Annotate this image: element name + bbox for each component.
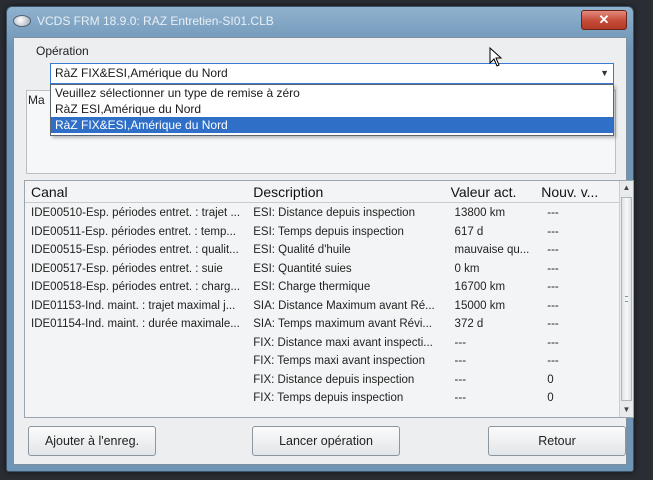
operation-selected-value: RàZ FIX&ESI,Amérique du Nord — [55, 66, 228, 80]
launch-operation-button[interactable]: Lancer opération — [252, 426, 400, 456]
cell-canal: IDE01153-Ind. maint. : trajet maximal j.… — [31, 299, 236, 312]
cell-description: ESI: Charge thermique — [253, 281, 371, 293]
operation-option-selected[interactable]: RàZ FIX&ESI,Amérique du Nord — [51, 117, 613, 133]
header-canal[interactable]: Canal — [25, 181, 247, 202]
table-row[interactable]: IDE00517-Esp. périodes entret. : suie ESI… — [25, 260, 619, 279]
table-row[interactable]: IDE00518-Esp. périodes entret. : charg..… — [25, 278, 619, 297]
chevron-down-icon[interactable]: ▼ — [600, 64, 609, 83]
cell-valeur-act: 16700 km — [454, 281, 506, 293]
mouse-cursor-icon — [489, 47, 503, 67]
table-row[interactable]: FIX: Temps maxi avant inspection --- --- — [25, 352, 619, 371]
cell-canal: IDE01154-Ind. maint. : durée maximale... — [31, 318, 240, 330]
header-valeur-act[interactable]: Valeur act. — [445, 181, 536, 202]
cell-description: FIX: Distance maxi avant inspecti... — [253, 336, 433, 349]
table-row[interactable]: FIX: Temps depuis inspection --- 0 — [25, 389, 619, 408]
grip-icon — [625, 296, 628, 302]
operation-option[interactable]: Veuillez sélectionner un type de remise … — [51, 85, 613, 101]
channels-table: Canal Description Valeur act. Nouv. v...… — [24, 180, 634, 418]
header-nouv-v[interactable]: Nouv. v... — [535, 181, 619, 202]
cell-nouv-v: 0 — [547, 392, 554, 404]
cell-description: FIX: Temps depuis inspection — [253, 392, 404, 404]
scroll-thumb[interactable] — [621, 197, 632, 401]
cell-nouv-v: --- — [547, 225, 559, 238]
cell-valeur-act: --- — [454, 392, 467, 404]
table-body: IDE00510-Esp. périodes entret. : trajet … — [25, 204, 619, 408]
cell-nouv-v: --- — [547, 281, 559, 293]
cell-canal: IDE00510-Esp. périodes entret. : trajet … — [31, 207, 241, 219]
operation-group-label: Opération — [36, 44, 89, 58]
window-title: VCDS FRM 18.9.0: RAZ Entretien-SI01.CLB — [37, 14, 274, 28]
cell-canal — [25, 334, 247, 353]
cell-valeur-act: 372 d — [454, 318, 484, 330]
cell-description: SIA: Temps maximum avant Révi... — [253, 318, 432, 330]
cell-canal — [25, 371, 247, 390]
table-row[interactable]: IDE00511-Esp. périodes entret. : temp...… — [25, 223, 619, 242]
cell-valeur-act: --- — [454, 336, 467, 349]
table-row[interactable]: IDE00515-Esp. périodes entret. : qualit.… — [25, 241, 619, 260]
cell-canal: IDE00515-Esp. périodes entret. : qualit.… — [31, 244, 239, 256]
cell-canal: IDE00511-Esp. périodes entret. : temp... — [31, 225, 236, 238]
cell-canal — [25, 352, 247, 371]
close-button[interactable]: ✕ — [581, 10, 627, 30]
cell-nouv-v: --- — [547, 318, 559, 330]
cell-description: ESI: Temps depuis inspection — [253, 225, 404, 238]
cell-nouv-v: 0 — [547, 373, 554, 386]
add-to-log-button[interactable]: Ajouter à l'enreg. — [28, 426, 156, 456]
cell-canal: IDE00518-Esp. périodes entret. : charg..… — [31, 281, 241, 293]
vcds-app-icon — [13, 15, 31, 27]
table-row[interactable]: IDE01154-Ind. maint. : durée maximale...… — [25, 315, 619, 334]
table-row[interactable]: IDE01153-Ind. maint. : trajet maximal j.… — [25, 297, 619, 316]
back-button[interactable]: Retour — [488, 426, 626, 456]
cell-valeur-act: 13800 km — [454, 207, 506, 219]
cell-description: ESI: Qualité d'huile — [253, 244, 351, 256]
dialog-client: Opération Ma RàZ FIX&ESI,Amérique du Nor… — [13, 37, 634, 465]
cell-description: SIA: Distance Maximum avant Ré... — [253, 299, 435, 312]
vertical-scrollbar[interactable]: ▲ ▼ — [619, 181, 633, 417]
cell-valeur-act: --- — [454, 373, 467, 386]
title-bar[interactable]: VCDS FRM 18.9.0: RAZ Entretien-SI01.CLB … — [7, 7, 633, 35]
cell-nouv-v: --- — [547, 244, 559, 256]
cell-nouv-v: --- — [547, 299, 559, 312]
cell-nouv-v: --- — [547, 207, 559, 219]
cell-valeur-act: mauvaise qu... — [454, 244, 530, 256]
operation-dropdown-list: Veuillez sélectionner un type de remise … — [50, 84, 614, 136]
cell-canal: IDE00517-Esp. périodes entret. : suie — [31, 262, 223, 275]
cell-valeur-act: 617 d — [454, 225, 484, 238]
cell-description: FIX: Distance depuis inspection — [253, 373, 415, 386]
table-row[interactable]: IDE00510-Esp. périodes entret. : trajet … — [25, 204, 619, 223]
cell-canal — [25, 389, 247, 408]
app-window: VCDS FRM 18.9.0: RAZ Entretien-SI01.CLB … — [6, 6, 634, 472]
table-row[interactable]: FIX: Distance maxi avant inspecti... --- -… — [25, 334, 619, 353]
cell-nouv-v: --- — [547, 355, 559, 367]
cell-description: ESI: Distance depuis inspection — [253, 207, 415, 219]
cell-valeur-act: 0 km — [454, 262, 480, 275]
ma-group-label: Ma — [28, 93, 45, 107]
scroll-up-icon[interactable]: ▲ — [620, 181, 633, 195]
cell-valeur-act: 15000 km — [454, 299, 506, 312]
cell-description: ESI: Quantité suies — [253, 262, 352, 275]
scroll-down-icon[interactable]: ▼ — [620, 403, 633, 417]
cell-valeur-act: --- — [454, 355, 467, 367]
cell-nouv-v: --- — [547, 262, 559, 275]
operation-option[interactable]: RàZ ESI,Amérique du Nord — [51, 101, 613, 117]
cell-description: FIX: Temps maxi avant inspection — [253, 355, 425, 367]
table-header: Canal Description Valeur act. Nouv. v... — [25, 181, 619, 203]
cell-nouv-v: --- — [547, 336, 559, 349]
table-row[interactable]: FIX: Distance depuis inspection --- 0 — [25, 371, 619, 390]
header-description[interactable]: Description — [247, 181, 444, 202]
operation-select[interactable]: RàZ FIX&ESI,Amérique du Nord ▼ — [50, 63, 614, 84]
